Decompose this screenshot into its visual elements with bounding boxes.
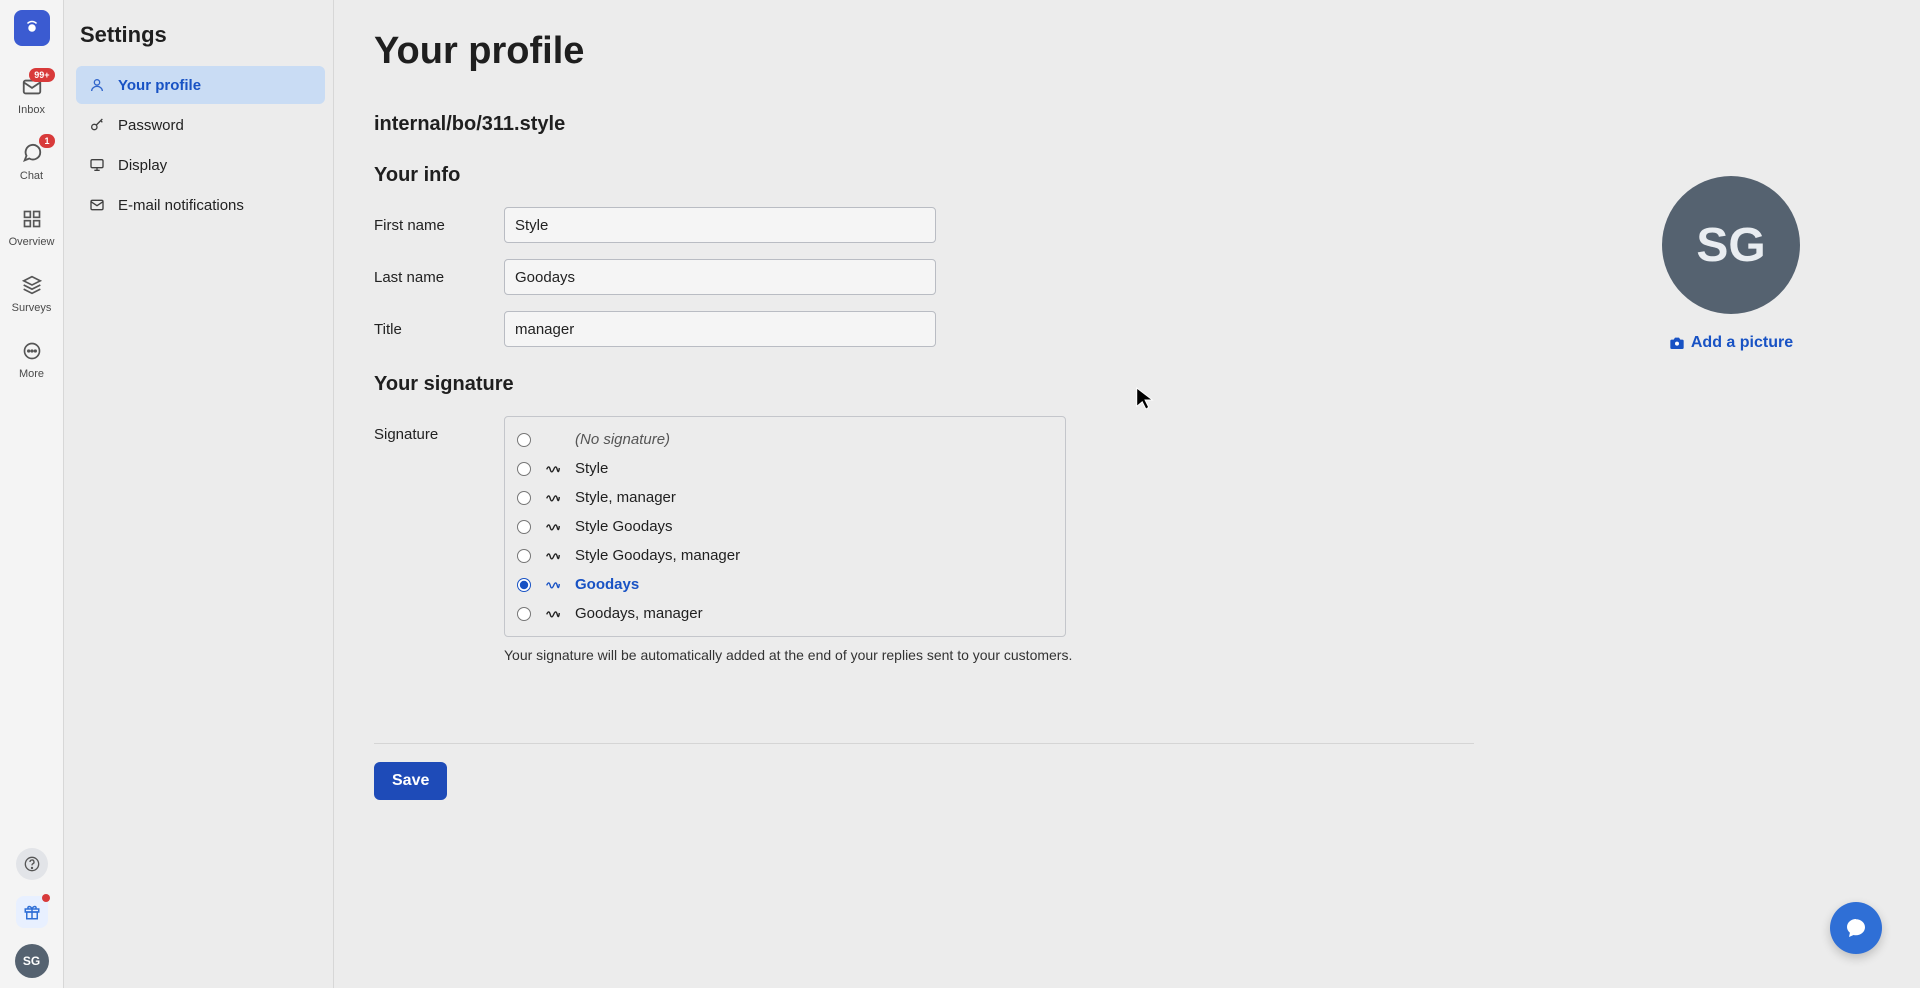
signature-heading: Your signature — [374, 373, 1860, 396]
rail-item-inbox[interactable]: 99+ Inbox — [0, 64, 64, 130]
mail-icon — [88, 196, 106, 214]
signature-radio[interactable] — [517, 433, 531, 447]
signature-glyph-icon — [545, 489, 561, 506]
rail-item-more[interactable]: More — [0, 328, 64, 394]
profile-subpath: internal/bo/311.style — [374, 113, 1860, 136]
page-title: Your profile — [374, 30, 1860, 73]
user-avatar-button[interactable]: SG — [15, 944, 49, 978]
signature-option[interactable]: Style Goodays, manager — [517, 541, 1053, 570]
signature-glyph-icon — [545, 460, 561, 477]
rail-item-overview[interactable]: Overview — [0, 196, 64, 262]
inbox-badge: 99+ — [29, 68, 54, 82]
rail-item-label: Inbox — [18, 104, 45, 116]
signature-option[interactable]: (No signature) — [517, 425, 1053, 454]
section-divider — [374, 743, 1474, 744]
signature-radio[interactable] — [517, 462, 531, 476]
floating-help-button[interactable] — [1830, 902, 1882, 954]
help-icon — [24, 856, 40, 872]
signature-glyph-icon — [545, 605, 561, 622]
inbox-icon: 99+ — [19, 74, 45, 100]
user-icon — [88, 76, 106, 94]
rail-item-label: More — [19, 368, 44, 380]
logo-icon — [23, 19, 41, 37]
signature-glyph-icon — [545, 547, 561, 564]
chat-badge: 1 — [39, 134, 54, 148]
signature-options: (No signature) Style Style, manager Style G… — [504, 416, 1066, 637]
first-name-input[interactable] — [504, 207, 936, 243]
signature-option[interactable]: Goodays — [517, 570, 1053, 599]
sidebar-item-password[interactable]: Password — [76, 106, 325, 144]
signature-option-label: Goodays — [575, 576, 639, 593]
signature-radio[interactable] — [517, 607, 531, 621]
signature-option-label: Style Goodays, manager — [575, 547, 740, 564]
rail-item-label: Chat — [20, 170, 43, 182]
settings-sidebar: Settings Your profile Password Display E… — [64, 0, 334, 988]
signature-option-label: Style Goodays — [575, 518, 673, 535]
avatar-panel: SG Add a picture — [1662, 176, 1800, 356]
chat-icon: 1 — [19, 140, 45, 166]
sidebar-item-display[interactable]: Display — [76, 146, 325, 184]
title-label: Title — [374, 321, 504, 338]
surveys-icon — [19, 272, 45, 298]
sidebar-item-your-profile[interactable]: Your profile — [76, 66, 325, 104]
sidebar-title: Settings — [76, 18, 325, 66]
signature-option-label: Goodays, manager — [575, 605, 703, 622]
signature-radio[interactable] — [517, 549, 531, 563]
signature-help-text: Your signature will be automatically add… — [504, 647, 1072, 663]
gift-icon — [23, 903, 41, 921]
add-picture-button[interactable]: Add a picture — [1669, 334, 1793, 352]
more-icon — [19, 338, 45, 364]
sidebar-item-email-notifications[interactable]: E-mail notifications — [76, 186, 325, 224]
signature-option[interactable]: Style Goodays — [517, 512, 1053, 541]
signature-option[interactable]: Style — [517, 454, 1053, 483]
signature-radio[interactable] — [517, 578, 531, 592]
key-icon — [88, 116, 106, 134]
camera-icon — [1669, 335, 1685, 351]
rail-item-surveys[interactable]: Surveys — [0, 262, 64, 328]
signature-label: Signature — [374, 416, 504, 443]
sidebar-item-label: Password — [118, 117, 184, 134]
app-rail: 99+ Inbox 1 Chat Overview Surveys — [0, 0, 64, 988]
sidebar-item-label: Your profile — [118, 77, 201, 94]
overview-icon — [19, 206, 45, 232]
rail-item-chat[interactable]: 1 Chat — [0, 130, 64, 196]
signature-radio[interactable] — [517, 520, 531, 534]
info-heading: Your info — [374, 164, 1860, 187]
signature-option-label: Style, manager — [575, 489, 676, 506]
signature-option-label: (No signature) — [575, 431, 670, 448]
app-logo[interactable] — [14, 10, 50, 46]
signature-option-label: Style — [575, 460, 608, 477]
signature-glyph-icon — [545, 576, 561, 593]
rail-item-label: Surveys — [12, 302, 52, 314]
monitor-icon — [88, 156, 106, 174]
first-name-label: First name — [374, 217, 504, 234]
add-picture-label: Add a picture — [1691, 334, 1793, 352]
signature-option[interactable]: Style, manager — [517, 483, 1053, 512]
signature-radio[interactable] — [517, 491, 531, 505]
sidebar-item-label: Display — [118, 157, 167, 174]
help-button[interactable] — [16, 848, 48, 880]
main-content: Your profile internal/bo/311.style Your … — [334, 0, 1920, 988]
title-input[interactable] — [504, 311, 936, 347]
chat-bubble-icon — [1844, 916, 1868, 940]
signature-option[interactable]: Goodays, manager — [517, 599, 1053, 628]
sidebar-item-label: E-mail notifications — [118, 197, 244, 214]
whats-new-button[interactable] — [16, 896, 48, 928]
last-name-label: Last name — [374, 269, 504, 286]
last-name-input[interactable] — [504, 259, 936, 295]
save-button[interactable]: Save — [374, 762, 447, 800]
rail-item-label: Overview — [9, 236, 55, 248]
notification-dot — [42, 894, 50, 902]
signature-glyph-icon — [545, 518, 561, 535]
profile-avatar: SG — [1662, 176, 1800, 314]
